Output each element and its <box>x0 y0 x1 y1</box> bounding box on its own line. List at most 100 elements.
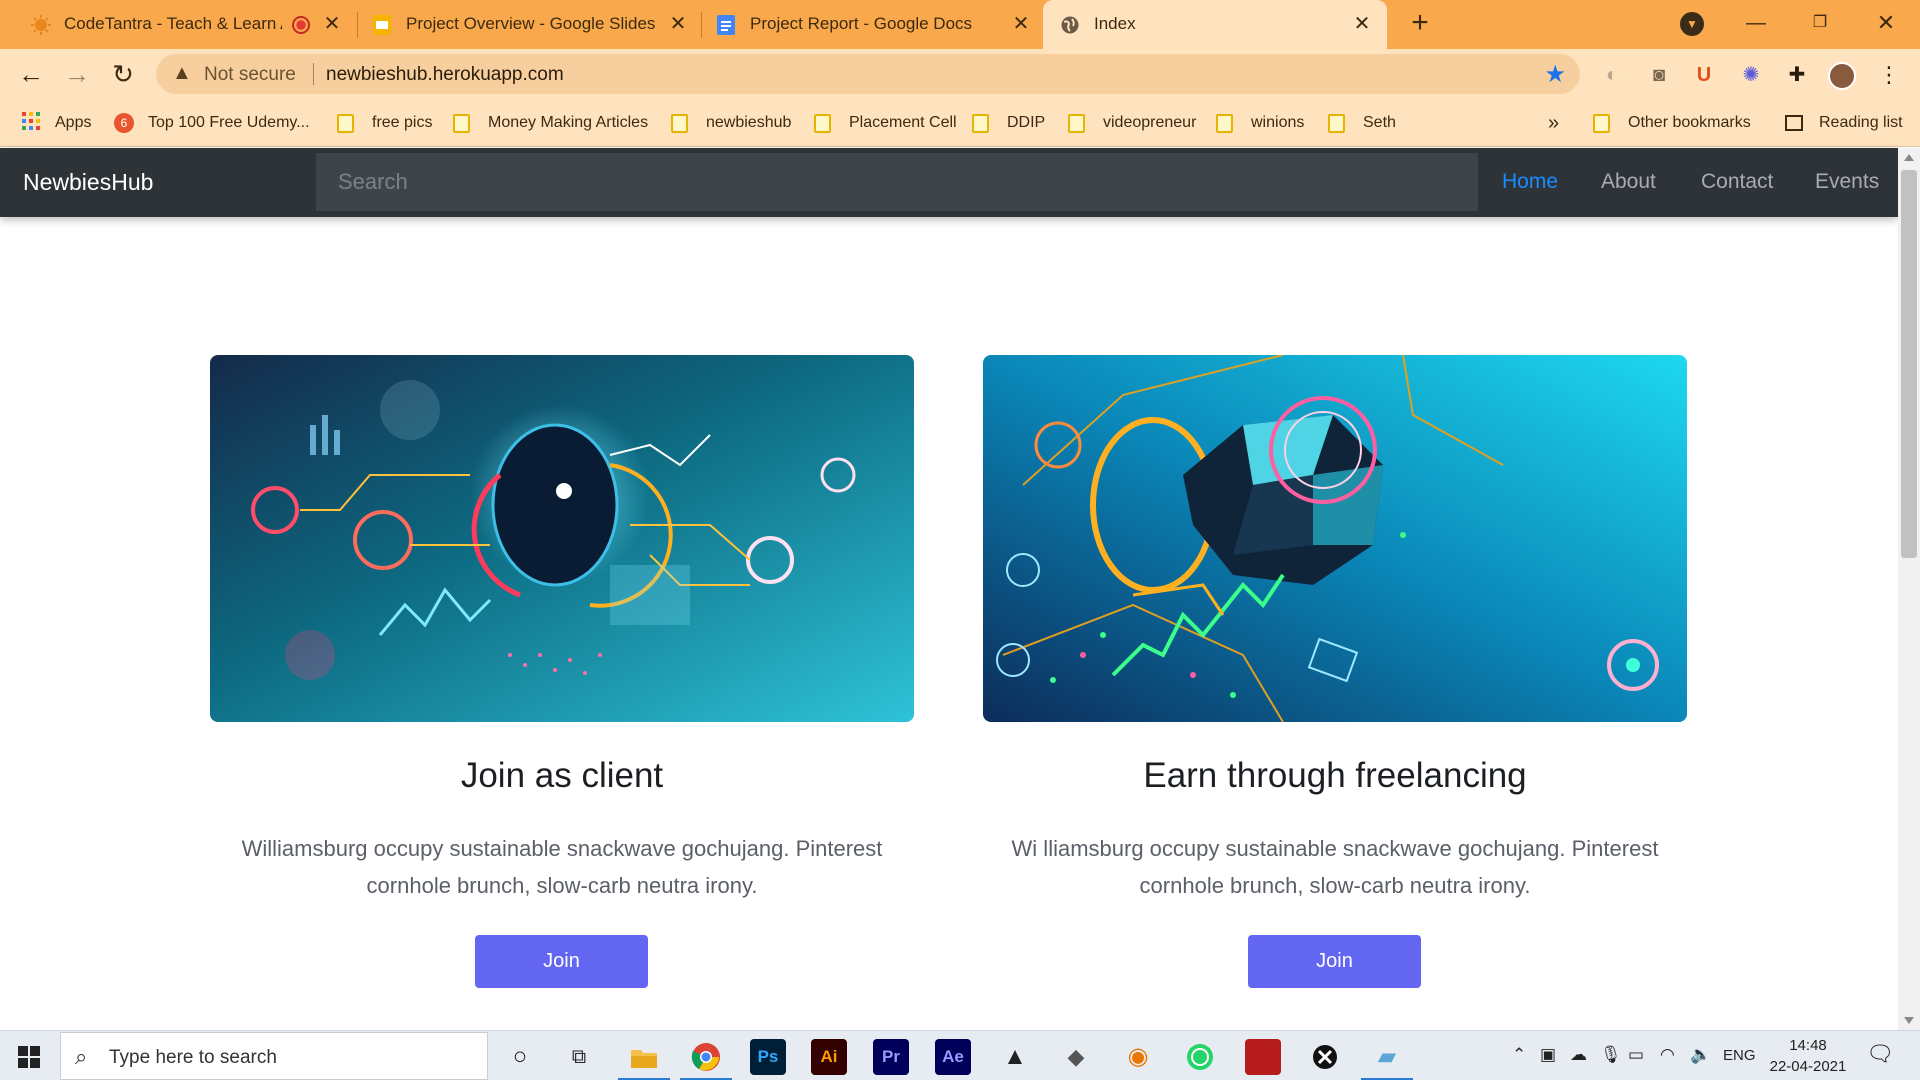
gimp-icon[interactable]: ◆ <box>1058 1039 1094 1075</box>
tray-chevron-icon[interactable]: ⌃ <box>1512 1045 1526 1065</box>
bookmark-videopreneur[interactable]: videopreneur <box>1068 110 1196 136</box>
wifi-icon[interactable]: ◠ <box>1660 1045 1675 1065</box>
security-label[interactable]: Not secure <box>204 64 296 86</box>
tab-title: CodeTantra - Teach & Learn An <box>64 14 282 33</box>
forward-icon[interactable]: → <box>62 59 92 89</box>
address-divider <box>313 63 314 85</box>
bookmarks-overflow-button[interactable]: » <box>1548 110 1559 136</box>
scrollbar-thumb[interactable] <box>1901 170 1917 558</box>
google-slides-icon <box>371 14 393 36</box>
cortana-icon[interactable]: ○ <box>502 1039 538 1075</box>
udemy-icon: 6 <box>114 113 134 133</box>
photoshop-icon[interactable]: Ps <box>750 1039 786 1075</box>
tab-search-icon[interactable]: ▼ <box>1680 12 1704 36</box>
bookmark-star-icon[interactable]: ★ <box>1544 60 1566 89</box>
blender-icon[interactable]: ◉ <box>1120 1039 1156 1075</box>
folder-icon <box>814 113 831 133</box>
chrome-icon[interactable] <box>688 1039 724 1075</box>
site-search-input[interactable] <box>316 153 1478 211</box>
minimize-icon[interactable]: — <box>1736 8 1776 38</box>
nav-events[interactable]: Events <box>1815 170 1879 194</box>
meet-now-icon[interactable]: ▣ <box>1540 1045 1556 1065</box>
search-icon: ⌕ <box>75 1044 88 1069</box>
site-navbar: NewbiesHub Home About Contact Events <box>0 148 1898 217</box>
tab-index[interactable]: Index ✕ <box>1043 0 1387 49</box>
page-scrollbar[interactable] <box>1898 148 1920 1030</box>
notifications-icon[interactable]: 🗨 <box>1866 1041 1894 1067</box>
camera-icon[interactable]: ◙ <box>1646 62 1672 88</box>
close-tab-icon[interactable]: ✕ <box>1351 12 1373 36</box>
card-image-freelancing <box>983 355 1687 722</box>
site-brand[interactable]: NewbiesHub <box>23 169 153 196</box>
bookmark-label: Other bookmarks <box>1628 114 1751 131</box>
address-bar[interactable]: ▲ Not secure newbieshub.herokuapp.com ★ <box>156 54 1580 94</box>
tab-google-slides[interactable]: Project Overview - Google Slides ✕ <box>357 0 701 49</box>
other-bookmarks[interactable]: Other bookmarks <box>1593 110 1751 136</box>
clock-time: 14:48 <box>1789 1037 1827 1054</box>
browser-tab-strip: CodeTantra - Teach & Learn An ✕ Project … <box>0 0 1920 49</box>
notes-icon[interactable]: ▰ <box>1369 1039 1405 1075</box>
extension-moon-icon[interactable]: ◐ <box>1599 62 1625 88</box>
close-tab-icon[interactable]: ✕ <box>321 12 343 36</box>
reload-icon[interactable]: ↻ <box>108 59 138 89</box>
join-client-button[interactable]: Join <box>475 935 648 988</box>
new-tab-button[interactable]: + <box>1404 8 1436 40</box>
profile-avatar[interactable] <box>1828 62 1856 90</box>
tab-codetantra[interactable]: CodeTantra - Teach & Learn An ✕ <box>0 0 356 49</box>
nav-contact[interactable]: Contact <box>1701 170 1773 194</box>
restore-icon[interactable]: ❐ <box>1800 8 1840 38</box>
task-view-icon[interactable]: ⧉ <box>561 1039 597 1075</box>
globe-icon <box>1059 14 1081 36</box>
folder-icon <box>1593 113 1610 133</box>
tab-google-docs[interactable]: Project Report - Google Docs ✕ <box>701 0 1043 49</box>
close-window-icon[interactable]: ✕ <box>1866 8 1906 38</box>
bookmark-money-making-articles[interactable]: Money Making Articles <box>453 110 648 136</box>
battery-icon[interactable]: ▭ <box>1628 1045 1644 1065</box>
taskbar-clock[interactable]: 14:48 22-04-2021 <box>1768 1035 1848 1077</box>
udemy-extension-icon[interactable]: U <box>1691 62 1717 88</box>
windows-start-icon[interactable] <box>18 1046 40 1068</box>
microphone-icon[interactable]: 🎙 <box>1600 1045 1622 1065</box>
close-tab-icon[interactable]: ✕ <box>1010 12 1032 36</box>
bookmark-apps[interactable]: Apps <box>21 110 91 136</box>
after-effects-icon[interactable]: Ae <box>935 1039 971 1075</box>
taskbar-search-box[interactable]: ⌕ Type here to search <box>60 1032 488 1080</box>
url-text[interactable]: newbieshub.herokuapp.com <box>326 64 564 86</box>
extensions-puzzle-icon[interactable]: ✚ <box>1784 62 1810 88</box>
tab-title: Index <box>1094 14 1136 33</box>
reading-list-label: Reading list <box>1819 114 1903 131</box>
close-tab-icon[interactable]: ✕ <box>667 12 689 36</box>
nav-about[interactable]: About <box>1601 170 1656 194</box>
bookmark-label: Money Making Articles <box>488 114 649 131</box>
illustrator-icon[interactable]: Ai <box>811 1039 847 1075</box>
volume-icon[interactable]: 🔈 <box>1690 1045 1711 1065</box>
bookmark-label: videopreneur <box>1103 114 1197 131</box>
inkscape-icon[interactable]: ▲ <box>997 1039 1033 1075</box>
bookmark-free-pics[interactable]: free pics <box>337 110 432 136</box>
nav-home[interactable]: Home <box>1502 170 1558 194</box>
file-explorer-icon[interactable] <box>626 1039 662 1075</box>
onedrive-icon[interactable]: ☁ <box>1570 1045 1587 1065</box>
bookmark-placement-cell[interactable]: Placement Cell <box>814 110 957 136</box>
bookmark-winions[interactable]: winions <box>1216 110 1304 136</box>
bookmark-udemy[interactable]: 6 Top 100 Free Udemy... <box>114 110 310 136</box>
app-icon[interactable] <box>1245 1039 1281 1075</box>
xbox-icon[interactable] <box>1307 1039 1343 1075</box>
warning-icon[interactable]: ▲ <box>172 62 192 85</box>
premiere-icon[interactable]: Pr <box>873 1039 909 1075</box>
menu-kebab-icon[interactable]: ⋮ <box>1876 62 1902 88</box>
scroll-up-arrow-icon[interactable] <box>1904 154 1914 161</box>
language-indicator[interactable]: ENG <box>1723 1047 1756 1064</box>
whatsapp-icon[interactable] <box>1182 1039 1218 1075</box>
folder-icon <box>972 113 989 133</box>
extension-sparkle-icon[interactable]: ✺ <box>1738 62 1764 88</box>
browser-toolbar: ← → ↻ ▲ Not secure newbieshub.herokuapp.… <box>0 49 1920 99</box>
bookmark-seth[interactable]: Seth <box>1328 110 1396 136</box>
scroll-down-arrow-icon[interactable] <box>1904 1017 1914 1024</box>
bookmark-newbieshub[interactable]: newbieshub <box>671 110 791 136</box>
bookmark-label: winions <box>1251 114 1305 131</box>
bookmark-ddip[interactable]: DDIP <box>972 110 1045 136</box>
back-icon[interactable]: ← <box>16 59 46 89</box>
reading-list[interactable]: Reading list <box>1785 110 1903 136</box>
join-freelancer-button[interactable]: Join <box>1248 935 1421 988</box>
